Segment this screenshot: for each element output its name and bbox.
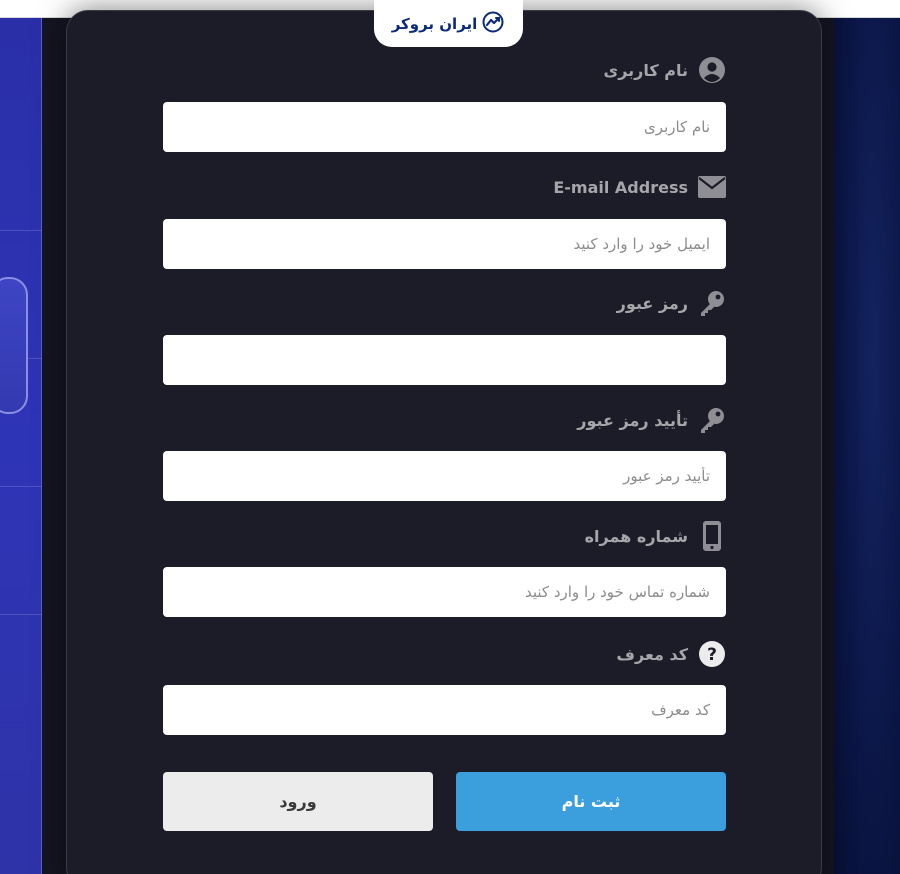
- password-input[interactable]: [163, 335, 726, 385]
- password-label: رمز عبور: [616, 293, 688, 313]
- background-right-panel: [834, 18, 900, 874]
- confirm-password-label: تأیید رمز عبور: [577, 410, 688, 430]
- referral-label-row: کد معرف ?: [616, 640, 726, 668]
- brand-logo-text: ایران بروکر: [391, 14, 478, 33]
- user-circle-icon: [698, 56, 726, 84]
- email-label-row: E-mail Address: [553, 173, 726, 201]
- key-icon: [698, 289, 726, 317]
- brand-logo[interactable]: ایران بروکر: [374, 0, 523, 47]
- phone-label: شماره همراه: [584, 526, 688, 546]
- background-side-tab: [0, 277, 28, 414]
- confirm-password-input[interactable]: [163, 451, 726, 501]
- password-label-row: رمز عبور: [617, 289, 726, 317]
- referral-label: کد معرف: [616, 644, 688, 664]
- referral-code-input[interactable]: [163, 685, 726, 735]
- question-circle-icon[interactable]: ?: [698, 640, 726, 668]
- envelope-icon: [698, 173, 726, 201]
- register-button[interactable]: ثبت نام: [456, 772, 726, 831]
- phone-label-row: شماره همراه: [584, 521, 726, 551]
- phone-input[interactable]: [163, 567, 726, 617]
- login-button[interactable]: ورود: [163, 772, 433, 831]
- email-input[interactable]: [163, 219, 726, 269]
- svg-text:?: ?: [707, 645, 717, 665]
- trend-chart-icon: [481, 11, 505, 37]
- username-label-row: نام کاربری: [604, 56, 726, 84]
- mobile-phone-icon: [698, 521, 726, 551]
- confirm-password-label-row: تأیید رمز عبور: [577, 406, 726, 434]
- username-input[interactable]: [163, 102, 726, 152]
- username-label: نام کاربری: [603, 60, 688, 80]
- email-label: E-mail Address: [553, 177, 688, 197]
- key-icon: [698, 406, 726, 434]
- background-left-panel: [0, 18, 42, 874]
